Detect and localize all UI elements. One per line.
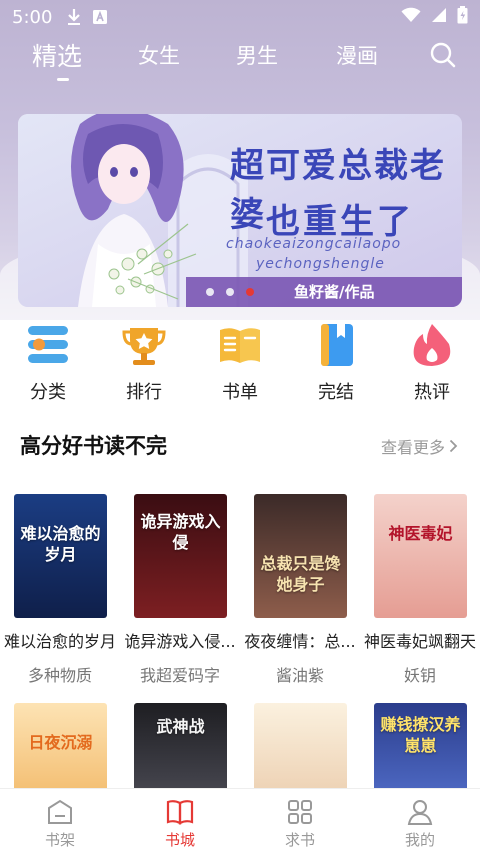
book-title[interactable]: 难以治愈的岁月: [0, 628, 120, 652]
category-ranking[interactable]: 排行: [96, 322, 192, 404]
tab-comics[interactable]: 漫画: [336, 40, 378, 70]
category-row: 分类 排行 书单 完结 热评: [0, 322, 480, 404]
list-icon: [28, 326, 68, 363]
book-cover[interactable]: [254, 703, 347, 793]
wifi-icon: [401, 7, 421, 27]
grid-icon: [288, 800, 312, 824]
book-author: 我超爱码字: [139, 666, 220, 685]
book-cover-title: 赚钱撩汉养崽崽: [380, 715, 461, 755]
bookmark-book-icon: [321, 324, 353, 366]
category-label: 书单: [222, 382, 258, 403]
book-author: 多种物质: [27, 666, 92, 685]
banner[interactable]: 超可爱总裁老婆 也重生了 chaokeaizongcailaopo yechon…: [18, 114, 462, 307]
banner-dot-active[interactable]: [246, 288, 254, 296]
see-more-link[interactable]: 查看更多: [381, 434, 458, 458]
book-cover-title: 日夜沉溺: [28, 733, 93, 752]
top-tabs: 精选 女生 男生 漫画: [0, 34, 480, 82]
nav-bookstore[interactable]: 书城: [120, 797, 240, 850]
flame-icon: [413, 324, 451, 366]
category-completed[interactable]: 完结: [288, 322, 384, 404]
book-cover-title: 难以治愈的岁月: [20, 524, 101, 564]
banner-pinyin-line1: chaokeaizongcailaopo: [226, 236, 402, 252]
book-cover-title: 神医毒妃: [388, 524, 453, 543]
tab-male[interactable]: 男生: [236, 40, 278, 70]
category-classify[interactable]: 分类: [0, 322, 96, 404]
category-label: 热评: [414, 382, 450, 403]
search-icon[interactable]: [430, 42, 456, 68]
nav-label: 书架: [44, 831, 75, 849]
banner-dot[interactable]: [226, 288, 234, 296]
book-cover[interactable]: 日夜沉溺: [14, 703, 107, 793]
download-icon: [66, 8, 82, 26]
bottom-nav: 书架 书城 求书 我的: [0, 788, 480, 853]
active-tab-indicator: [57, 78, 69, 81]
book-list-row2: 日夜沉溺 武神战 赚钱撩汉养崽崽: [0, 703, 480, 793]
category-label: 分类: [30, 382, 66, 403]
category-booklist[interactable]: 书单: [192, 322, 288, 404]
signal-icon: [431, 7, 447, 27]
book-title[interactable]: 神医毒妃飒翻天: [360, 628, 480, 652]
banner-pinyin-line2: yechongshengle: [256, 256, 385, 272]
category-hot-reviews[interactable]: 热评: [384, 322, 480, 404]
bookstore-icon: [166, 800, 194, 825]
trophy-icon: [122, 328, 166, 365]
book-cover-title: 总裁只是馋她身子: [260, 554, 341, 594]
book-title[interactable]: 诡异游戏入侵...: [120, 628, 240, 652]
status-bar: 5:00: [0, 0, 480, 34]
book-cover[interactable]: 赚钱撩汉养崽崽: [374, 703, 467, 793]
tab-featured[interactable]: 精选: [32, 37, 82, 73]
category-label: 排行: [126, 382, 162, 403]
bookshelf-icon: [48, 799, 72, 824]
chevron-right-icon: [449, 439, 458, 453]
book-author: 妖钥: [403, 666, 436, 685]
tab-female[interactable]: 女生: [138, 40, 180, 70]
see-more-label: 查看更多: [381, 438, 446, 457]
category-label: 完结: [318, 382, 354, 403]
nav-label: 我的: [404, 831, 435, 849]
book-title[interactable]: 夜夜缠情：总...: [240, 628, 360, 652]
nav-bookshelf[interactable]: 书架: [0, 797, 120, 850]
book-author: 酱油紫: [275, 666, 324, 685]
battery-icon: [457, 6, 468, 28]
banner-author: 鱼籽酱/作品: [294, 283, 375, 301]
book-cover[interactable]: 总裁只是馋她身子: [254, 494, 347, 618]
book-cover-title: 诡异游戏入侵: [140, 512, 221, 552]
status-time: 5:00: [12, 6, 53, 28]
book-cover-title: 武神战: [156, 717, 205, 736]
nav-label: 求书: [284, 831, 315, 849]
nav-request-book[interactable]: 求书: [240, 797, 360, 850]
keyboard-a-icon: [92, 9, 108, 25]
banner-dot[interactable]: [206, 288, 214, 296]
book-cover[interactable]: 武神战: [134, 703, 227, 793]
banner-pagination: [206, 288, 254, 296]
book-cover[interactable]: 神医毒妃: [374, 494, 467, 618]
nav-label: 书城: [164, 831, 195, 849]
open-book-icon: [220, 328, 260, 363]
book-cover[interactable]: 难以治愈的岁月: [14, 494, 107, 618]
nav-profile[interactable]: 我的: [360, 797, 480, 850]
section-title: 高分好书读不完: [20, 434, 167, 458]
book-cover[interactable]: 诡异游戏入侵: [134, 494, 227, 618]
user-icon: [407, 800, 433, 825]
